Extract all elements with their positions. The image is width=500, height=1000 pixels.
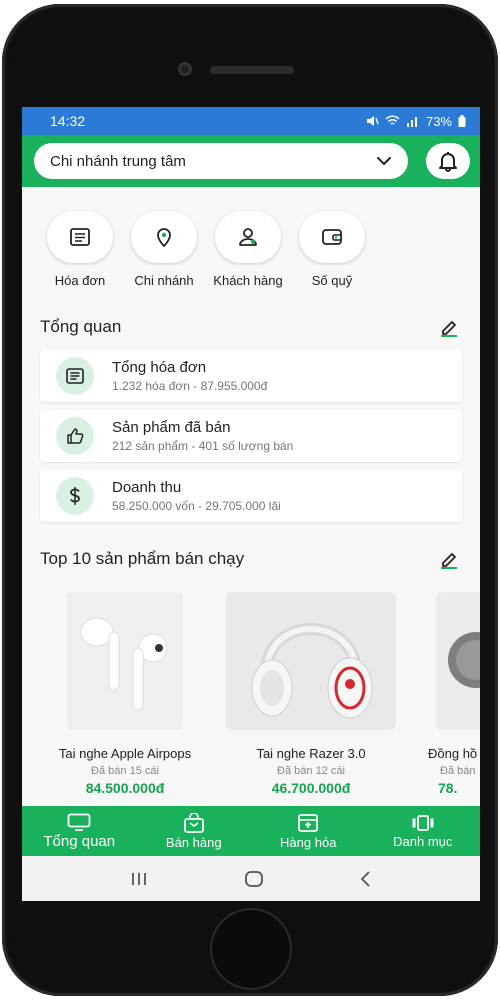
home-icon[interactable] <box>244 870 264 888</box>
quick-action-label: Chi nhánh <box>134 273 194 288</box>
notifications-button[interactable] <box>426 143 470 179</box>
bell-icon <box>439 152 457 172</box>
product-price: 46.700.000đ <box>271 780 351 796</box>
card-icon-bg <box>56 357 94 395</box>
quick-action-label: Khách hàng <box>213 273 283 288</box>
airpods-image <box>80 617 168 711</box>
quick-action-label: Hóa đơn <box>54 273 106 288</box>
top-products-edit-button[interactable] <box>438 548 460 570</box>
status-icons: 73% <box>366 114 466 129</box>
product-name: Tai nghe Apple Airpops <box>58 746 192 761</box>
nav-tab-goods[interactable]: Hàng hóa <box>251 806 366 856</box>
product-card[interactable]: Tai nghe Apple Airpops Đã bán 15 cái 84.… <box>40 592 210 796</box>
thumbs-up-icon <box>67 428 84 444</box>
invoice-icon <box>66 368 84 384</box>
pencil-icon <box>441 553 457 569</box>
status-bar: 14:32 73% <box>22 107 480 135</box>
top-products-list: Tai nghe Apple Airpops Đã bán 15 cái 84.… <box>22 592 480 796</box>
app-header: Chi nhánh trung tâm <box>22 135 480 187</box>
card-text: Doanh thu 58.250.000 vốn - 29.705.000 lã… <box>112 479 281 513</box>
phone-frame: 14:32 73% Chi nhánh trung tâm Hóa đơn Ch… <box>2 4 498 996</box>
pencil-icon <box>441 321 457 337</box>
mute-icon <box>366 116 379 126</box>
card-title: Doanh thu <box>112 479 182 496</box>
quick-action-label: Số quỹ <box>311 273 353 288</box>
signal-icon <box>406 117 417 127</box>
card-title: Tổng hóa đơn <box>112 359 207 376</box>
user-icon <box>239 228 257 246</box>
branch-select[interactable]: Chi nhánh trung tâm <box>34 143 408 179</box>
product-sold: Đã bán 15 cái <box>91 765 159 777</box>
battery-icon <box>458 115 466 127</box>
quick-action-circle <box>131 211 197 263</box>
earpiece-speaker <box>210 66 294 74</box>
status-time: 14:32 <box>50 113 86 129</box>
overview-header: Tổng quan <box>22 312 480 342</box>
product-image-headphones <box>226 592 396 730</box>
card-subtitle: 212 sản phẩm - 401 số lượng bán <box>112 439 294 453</box>
top-products-header: Top 10 sản phẩm bán chạy <box>22 544 480 574</box>
quick-action-branch[interactable]: Chi nhánh <box>122 211 206 288</box>
app-screen: 14:32 73% Chi nhánh trung tâm Hóa đơn Ch… <box>22 107 480 901</box>
quick-action-circle <box>215 211 281 263</box>
nav-label: Hàng hóa <box>280 834 337 850</box>
card-subtitle: 1.232 hóa đơn - 87.955.000đ <box>112 379 268 393</box>
invoice-icon <box>70 228 90 246</box>
front-camera <box>178 62 192 76</box>
nav-tab-categories[interactable]: Danh mục <box>366 806 481 856</box>
system-nav-bar <box>22 856 480 901</box>
nav-tab-overview[interactable]: Tổng quan <box>22 806 137 856</box>
card-text: Tổng hóa đơn 1.232 hóa đơn - 87.955.000đ <box>112 359 267 393</box>
overview-card-revenue[interactable]: Doanh thu 58.250.000 vốn - 29.705.000 lã… <box>40 470 462 522</box>
overview-edit-button[interactable] <box>438 316 460 338</box>
product-name: Đồng hồ <box>428 746 478 761</box>
categories-icon <box>412 814 434 831</box>
product-sold: Đã bán 12 cái <box>277 765 345 777</box>
bottom-nav: Tổng quan Bán hàng Hàng hóa Danh mục <box>22 806 480 856</box>
product-image-airpods <box>67 592 183 730</box>
quick-action-cashbook[interactable]: Số quỹ <box>290 211 374 288</box>
shopping-bag-icon <box>183 812 204 833</box>
overview-card-products-sold[interactable]: Sản phẩm đã bán 212 sản phẩm - 401 số lư… <box>40 410 462 462</box>
nav-label: Bán hàng <box>165 834 222 850</box>
product-image-watch <box>436 592 480 730</box>
quick-action-customer[interactable]: Khách hàng <box>206 211 290 288</box>
product-sold: Đã bán <box>440 765 476 777</box>
wallet-icon <box>322 229 342 245</box>
recent-apps-icon[interactable] <box>129 871 149 887</box>
card-text: Sản phẩm đã bán 212 sản phẩm - 401 số lư… <box>112 419 293 453</box>
branch-select-value: Chi nhánh trung tâm <box>50 152 186 170</box>
quick-action-circle <box>299 211 365 263</box>
battery-level: 73% <box>425 113 452 129</box>
chevron-down-icon <box>377 157 391 165</box>
nav-label: Danh mục <box>393 833 453 849</box>
product-price: 78. <box>438 780 458 796</box>
headphones-image <box>251 623 373 719</box>
nav-label: Tổng quan <box>43 832 116 850</box>
product-card[interactable]: Đồng hồ Đã bán 78. <box>412 592 480 796</box>
overview-cards: Tổng hóa đơn 1.232 hóa đơn - 87.955.000đ… <box>22 350 480 522</box>
product-card[interactable]: Tai nghe Razer 3.0 Đã bán 12 cái 46.700.… <box>226 592 396 796</box>
hardware-home-button[interactable] <box>210 908 292 990</box>
dollar-icon <box>70 487 80 505</box>
location-pin-icon <box>157 228 171 248</box>
watch-image <box>448 632 480 688</box>
nav-tab-sales[interactable]: Bán hàng <box>137 806 252 856</box>
overview-card-invoices[interactable]: Tổng hóa đơn 1.232 hóa đơn - 87.955.000đ <box>40 350 462 402</box>
wifi-icon <box>385 115 400 125</box>
card-title: Sản phẩm đã bán <box>112 419 231 436</box>
product-name: Tai nghe Razer 3.0 <box>256 746 366 761</box>
top-products-title: Top 10 sản phẩm bán chạy <box>40 549 245 568</box>
back-icon[interactable] <box>359 870 373 888</box>
card-subtitle: 58.250.000 vốn - 29.705.000 lãi <box>112 499 281 513</box>
monitor-icon <box>67 813 91 831</box>
overview-title: Tổng quan <box>40 317 122 336</box>
card-icon-bg <box>56 417 94 455</box>
card-icon-bg <box>56 477 94 515</box>
quick-action-invoice[interactable]: Hóa đơn <box>38 211 122 288</box>
box-icon <box>298 813 319 832</box>
product-price: 84.500.000đ <box>85 780 165 796</box>
quick-actions: Hóa đơn Chi nhánh Khách hàng Số quỹ <box>22 187 480 288</box>
quick-action-circle <box>47 211 113 263</box>
